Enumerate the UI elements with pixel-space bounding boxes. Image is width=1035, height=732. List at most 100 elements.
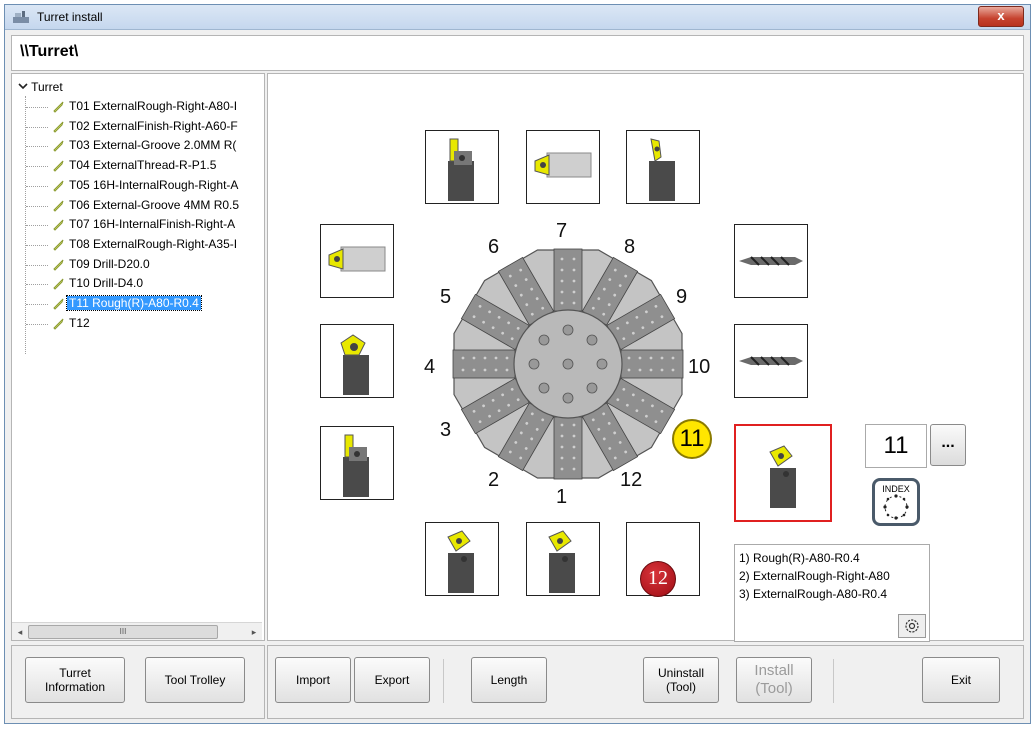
info-line: 1) Rough(R)-A80-R0.4	[739, 551, 860, 565]
tree-connector	[26, 166, 48, 168]
tree-item-label: T10 Drill-D4.0	[69, 276, 144, 291]
turning-tool-icon	[527, 523, 599, 598]
tool-icon	[53, 259, 64, 271]
turret-view: 1 2 3 4 5 6 7 8 9 10 12 11 11 ... INDEX 1) Rough(R…	[267, 73, 1024, 642]
turret-station	[620, 349, 684, 379]
gear-icon	[905, 619, 919, 633]
tool-slot-10[interactable]	[734, 324, 808, 398]
hub-bolt	[538, 334, 550, 346]
tool-slot-5[interactable]	[320, 224, 394, 298]
tool-slot-2[interactable]	[425, 522, 499, 596]
tree-item-label: T01 ExternalRough-Right-A80-I	[69, 99, 238, 113]
export-button[interactable]: Export	[354, 657, 430, 703]
tool-icon	[53, 239, 64, 251]
tree-item-label: T06 External-Groove 4MM R0.5	[69, 197, 240, 212]
tree-connector	[26, 284, 48, 286]
index-button[interactable]: INDEX	[872, 478, 920, 526]
position-number: 1	[556, 486, 568, 508]
tree-item-label: T02 ExternalFinish-Right-A60-F	[69, 118, 238, 133]
info-line: 2) ExternalRough-Right-A80	[739, 569, 890, 583]
title-bar: Turret install x	[5, 5, 1030, 30]
tool-trolley-button[interactable]: Tool Trolley	[145, 657, 245, 703]
install-tool-button: Install (Tool)	[736, 657, 812, 703]
tree-item-label: T09 Drill-D20.0	[69, 256, 150, 271]
drill-icon	[735, 325, 807, 400]
exit-button[interactable]: Exit	[922, 657, 1000, 703]
position-number: 5	[440, 286, 452, 308]
position-number: 7	[556, 220, 568, 242]
boring-bar-icon	[321, 225, 393, 300]
position-number: 2	[488, 469, 500, 491]
tool-slot-9[interactable]	[734, 224, 808, 298]
grooving-tool-icon	[321, 427, 393, 502]
hub-bolt	[586, 334, 598, 346]
length-button[interactable]: Length	[471, 657, 547, 703]
window-title: Turret install	[37, 10, 103, 24]
position-number: 8	[624, 236, 636, 258]
turret-install-window: Turret install x \\Turret\ Turret T01 Ex…	[4, 4, 1031, 724]
tool-slot-8[interactable]	[626, 130, 700, 204]
hub-bolt	[538, 382, 550, 394]
tree-connector	[26, 146, 48, 148]
tool-slot-6[interactable]	[425, 130, 499, 204]
tool-icon	[53, 141, 64, 153]
tool-slot-3[interactable]	[320, 426, 394, 500]
tree-connector	[26, 264, 48, 266]
scroll-right-icon[interactable]: ▸	[248, 626, 260, 638]
turret-information-button[interactable]: Turret Information	[25, 657, 125, 703]
tool-slot-7[interactable]	[526, 130, 600, 204]
tree-connector	[26, 205, 48, 207]
tree-connector	[26, 107, 48, 108]
position-number: 12	[620, 469, 643, 491]
drill-icon	[735, 225, 807, 300]
finishing-tool-icon	[627, 131, 699, 206]
hub-bolt	[596, 358, 608, 370]
tool-slot-11[interactable]	[734, 424, 832, 522]
chevron-down-icon[interactable]	[18, 81, 28, 91]
tree-item-label: T07 16H-InternalFinish-Right-A	[69, 217, 236, 232]
tree-root-turret[interactable]: Turret	[18, 80, 63, 94]
path-text: \\Turret\	[20, 43, 79, 60]
position-number: 10	[688, 356, 711, 378]
horizontal-scrollbar[interactable]: ◂ III ▸	[12, 622, 262, 640]
turret-diagram	[452, 248, 684, 480]
tool-number-field[interactable]: 11	[865, 424, 927, 468]
uninstall-tool-button[interactable]: Uninstall (Tool)	[643, 657, 719, 703]
active-position-badge: 11	[672, 419, 712, 459]
tree-root-label: Turret	[31, 80, 63, 94]
app-icon	[13, 11, 29, 23]
separator	[833, 659, 834, 703]
tree-item-label: T11 Rough(R)-A80-R0.4	[66, 295, 202, 311]
index-icon	[883, 494, 909, 520]
turret-tree: Turret T01 ExternalRough-Right-A80-I T02 …	[11, 73, 265, 641]
tree-connector	[26, 225, 48, 227]
browse-tool-button[interactable]: ...	[930, 424, 966, 466]
tool-icon	[53, 121, 64, 133]
tool-icon	[53, 200, 64, 212]
settings-button[interactable]	[898, 614, 926, 638]
grooving-tool-icon	[426, 131, 498, 206]
tool-icon	[53, 101, 64, 113]
import-button[interactable]: Import	[275, 657, 351, 703]
turning-tool-icon	[748, 438, 820, 513]
close-button[interactable]: x	[978, 6, 1024, 27]
tree-connector	[26, 244, 48, 246]
scrollbar-thumb[interactable]: III	[28, 625, 218, 639]
info-line: 3) ExternalRough-A80-R0.4	[739, 587, 888, 601]
tool-slot-1[interactable]	[526, 522, 600, 596]
position-number: 3	[440, 419, 452, 441]
tree-item-label: T03 External-Groove 2.0MM R(	[69, 138, 237, 153]
tool-icon	[53, 219, 64, 231]
position-number: 9	[676, 286, 688, 308]
tool-icon	[53, 278, 64, 291]
hub-bolt	[562, 358, 574, 370]
tool-icon	[53, 160, 64, 172]
scroll-left-icon[interactable]: ◂	[14, 626, 26, 638]
boring-bar-icon	[527, 131, 599, 206]
hub-bolt	[562, 392, 574, 404]
tool-icon	[53, 180, 64, 192]
tree-item-label: T08 ExternalRough-Right-A35-I	[69, 236, 238, 251]
tool-slot-4[interactable]	[320, 324, 394, 398]
turret-station	[553, 416, 583, 480]
step-badge: 12	[640, 561, 676, 597]
